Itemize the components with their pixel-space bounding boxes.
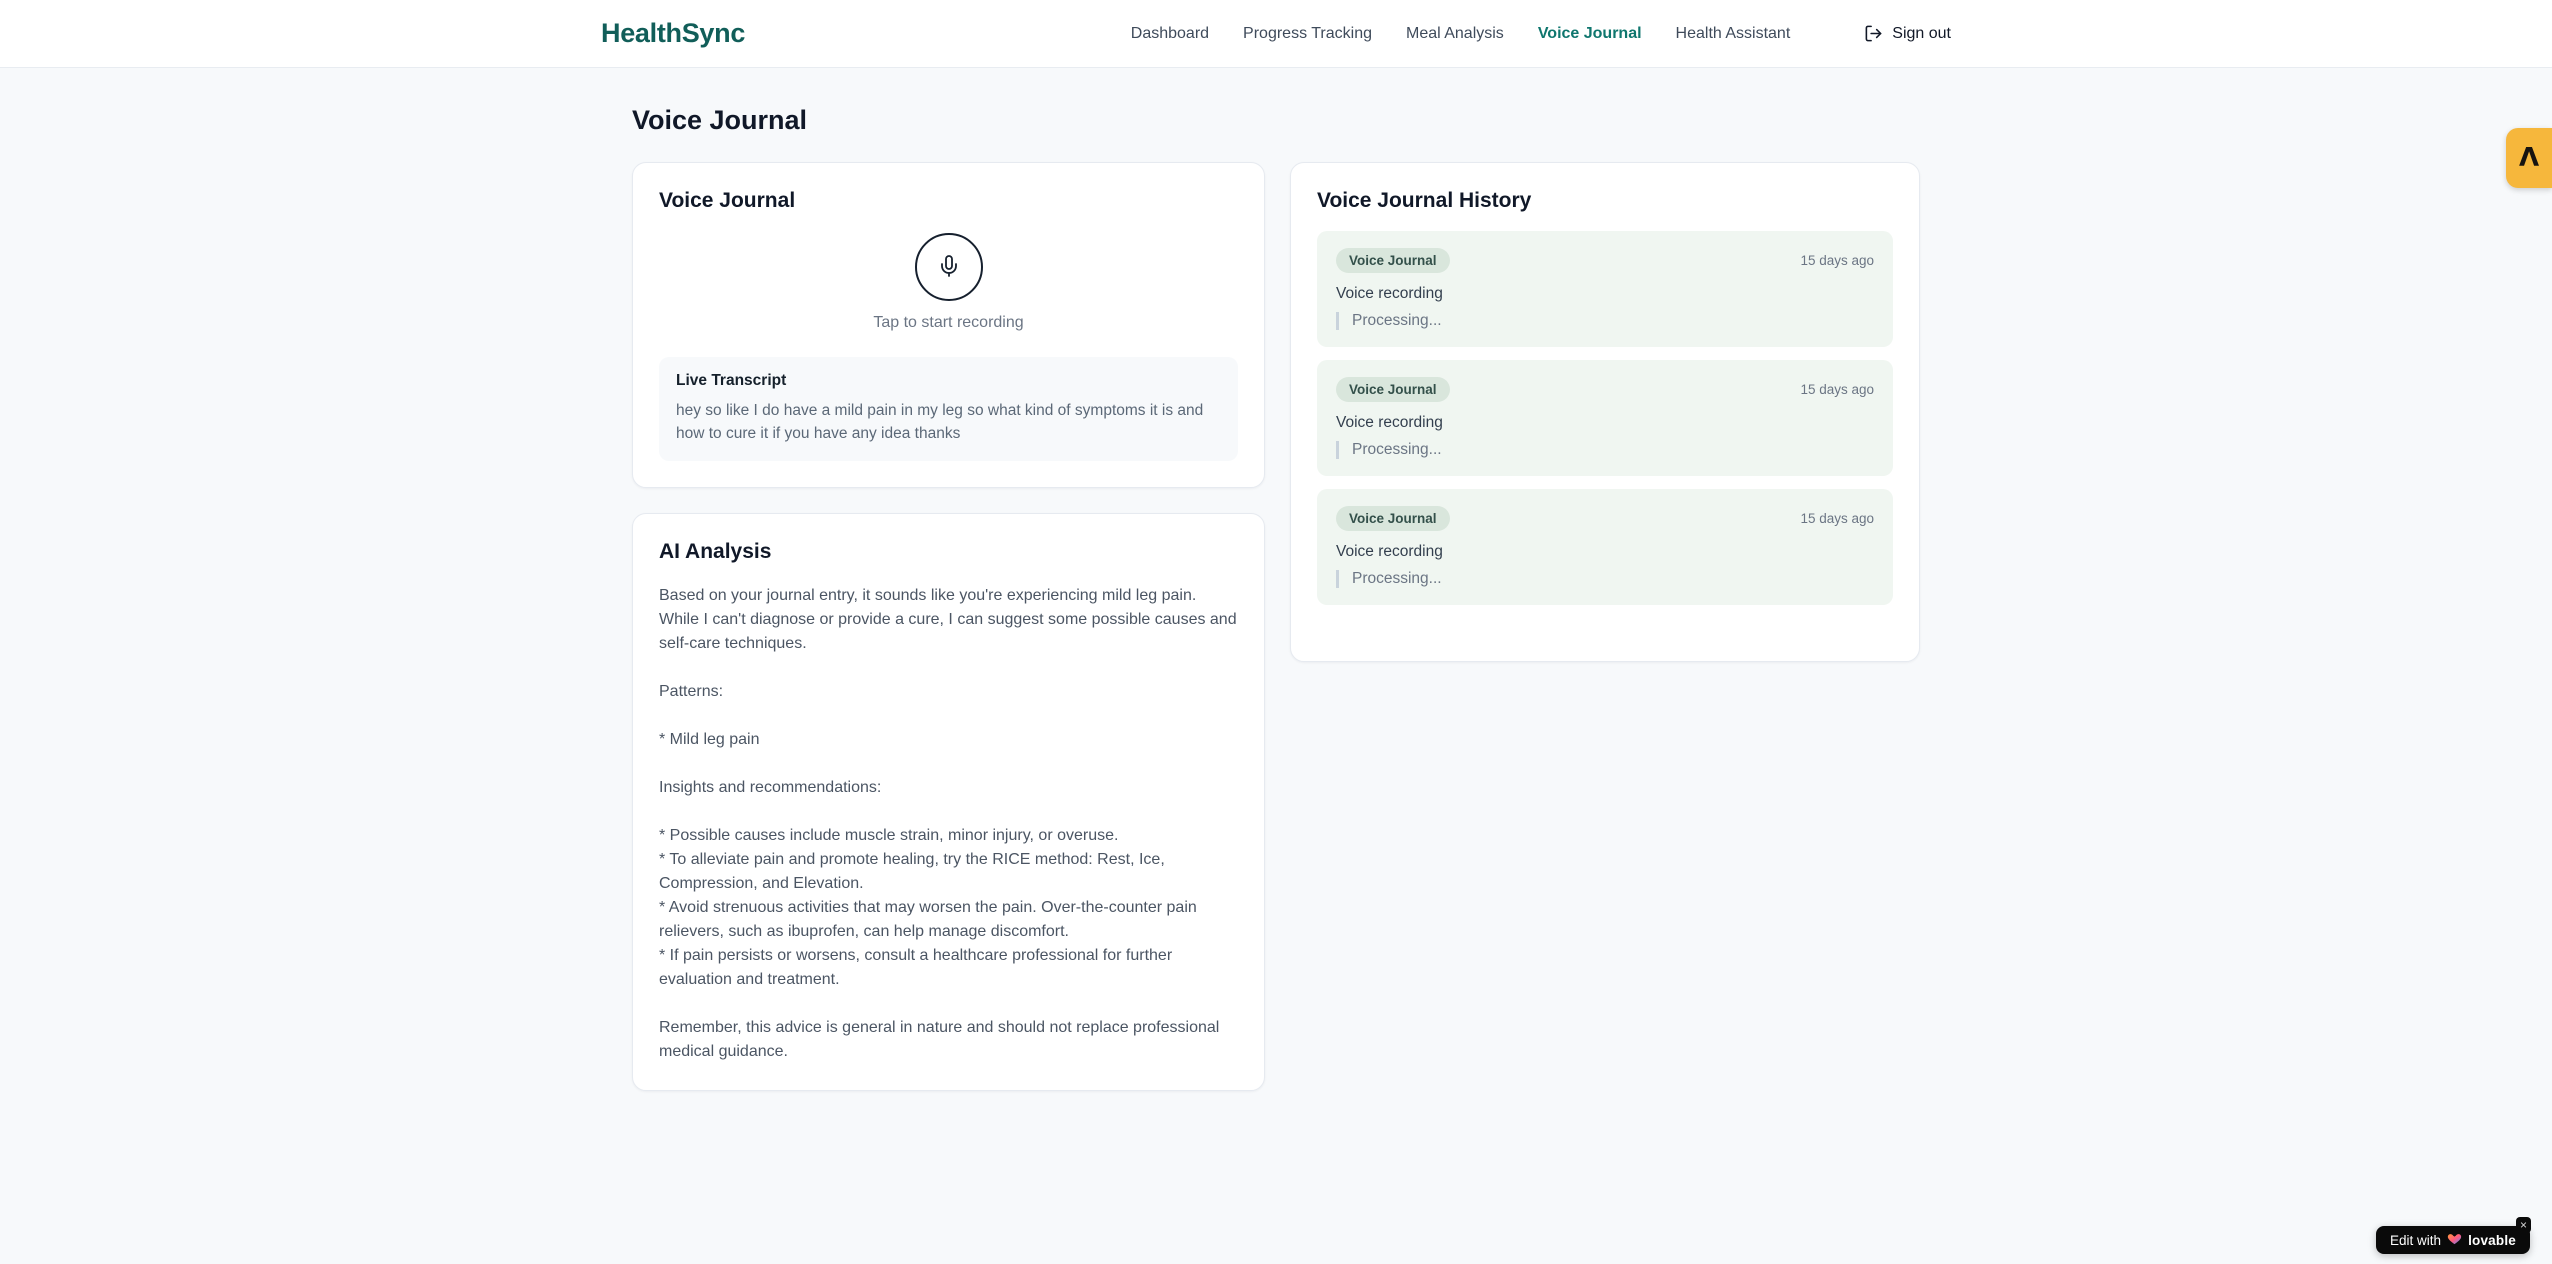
entry-type-badge: Voice Journal bbox=[1336, 377, 1450, 402]
browser-extension-badge[interactable]: Λ bbox=[2506, 128, 2552, 188]
brand-logo[interactable]: HealthSync bbox=[601, 18, 745, 49]
history-entry[interactable]: Voice Journal 15 days ago Voice recordin… bbox=[1317, 489, 1893, 605]
nav-item-meal-analysis[interactable]: Meal Analysis bbox=[1406, 25, 1504, 43]
page-title: Voice Journal bbox=[632, 105, 808, 135]
nav-item-progress-tracking[interactable]: Progress Tracking bbox=[1243, 25, 1372, 43]
entry-timestamp: 15 days ago bbox=[1800, 253, 1874, 268]
entry-timestamp: 15 days ago bbox=[1800, 511, 1874, 526]
ai-analysis-text: Based on your journal entry, it sounds l… bbox=[659, 586, 1237, 1060]
lovable-brand-label: lovable bbox=[2468, 1232, 2516, 1248]
edit-with-label: Edit with bbox=[2390, 1232, 2442, 1248]
nav-item-voice-journal[interactable]: Voice Journal bbox=[1538, 25, 1642, 43]
history-entry[interactable]: Voice Journal 15 days ago Voice recordin… bbox=[1317, 231, 1893, 347]
nav-item-dashboard[interactable]: Dashboard bbox=[1131, 25, 1209, 43]
main-nav: Dashboard Progress Tracking Meal Analysi… bbox=[1131, 24, 1951, 43]
entry-status: Processing... bbox=[1336, 441, 1874, 459]
microphone-icon bbox=[937, 254, 961, 281]
app-header: HealthSync Dashboard Progress Tracking M… bbox=[0, 0, 2552, 68]
tap-to-record-label: Tap to start recording bbox=[873, 314, 1024, 331]
entry-label: Voice recording bbox=[1336, 414, 1443, 431]
entry-status: Processing... bbox=[1336, 570, 1874, 588]
sign-out-button[interactable]: Sign out bbox=[1864, 24, 1951, 43]
log-out-icon bbox=[1864, 24, 1883, 43]
entry-status: Processing... bbox=[1336, 312, 1874, 330]
lovable-heart-icon bbox=[2447, 1231, 2462, 1249]
voice-recorder-card: Voice Journal Tap to start recording Liv… bbox=[632, 162, 1265, 488]
close-icon[interactable]: × bbox=[2515, 1217, 2531, 1233]
live-transcript-title: Live Transcript bbox=[676, 372, 787, 389]
history-entry[interactable]: Voice Journal 15 days ago Voice recordin… bbox=[1317, 360, 1893, 476]
entry-label: Voice recording bbox=[1336, 543, 1443, 560]
record-button[interactable] bbox=[914, 233, 983, 301]
ai-analysis-card: AI Analysis Based on your journal entry,… bbox=[632, 512, 1265, 1091]
edit-with-lovable-badge[interactable]: Edit with lovable × bbox=[2376, 1217, 2531, 1254]
entry-type-badge: Voice Journal bbox=[1336, 506, 1450, 531]
ai-analysis-title: AI Analysis bbox=[659, 539, 772, 563]
history-card-title: Voice Journal History bbox=[1317, 189, 1532, 212]
history-list: Voice Journal 15 days ago Voice recordin… bbox=[1317, 231, 1893, 605]
nav-item-health-assistant[interactable]: Health Assistant bbox=[1676, 25, 1791, 43]
entry-label: Voice recording bbox=[1336, 285, 1443, 302]
live-transcript-text: hey so like I do have a mild pain in my … bbox=[676, 402, 1204, 443]
entry-timestamp: 15 days ago bbox=[1800, 382, 1874, 397]
recorder-card-title: Voice Journal bbox=[659, 189, 796, 212]
extension-logo-icon: Λ bbox=[2518, 143, 2540, 173]
voice-journal-history-card: Voice Journal History Voice Journal 15 d… bbox=[1290, 162, 1920, 662]
live-transcript-panel: Live Transcript hey so like I do have a … bbox=[659, 357, 1238, 461]
entry-type-badge: Voice Journal bbox=[1336, 248, 1450, 273]
main-content: Voice Journal Voice Journal Tap to start… bbox=[632, 68, 1920, 1091]
sign-out-label: Sign out bbox=[1892, 24, 1951, 42]
